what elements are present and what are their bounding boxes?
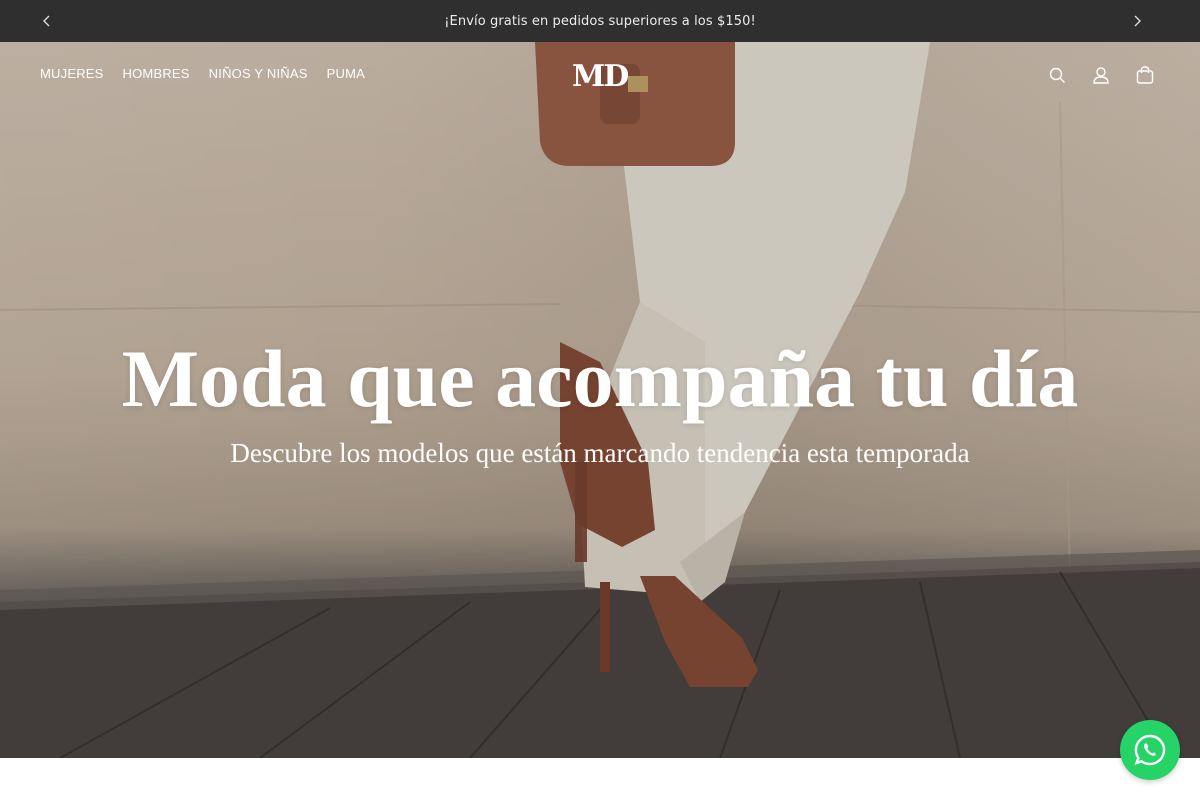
whatsapp-button[interactable] <box>1120 720 1180 780</box>
cart-icon <box>1136 66 1154 84</box>
announcement-text: ¡Envío gratis en pedidos superiores a lo… <box>444 13 756 29</box>
chevron-right-icon <box>1134 15 1141 27</box>
nav-item-ninos-y-ninas[interactable]: NIÑOS Y NIÑAS <box>209 66 308 81</box>
search-icon <box>1049 67 1065 83</box>
announcement-next-button[interactable] <box>1116 0 1158 42</box>
cart-button[interactable] <box>1134 64 1156 86</box>
chevron-left-icon <box>43 15 50 27</box>
main-nav: MUJERES HOMBRES NIÑOS Y NIÑAS PUMA <box>40 66 365 81</box>
account-button[interactable] <box>1090 64 1112 86</box>
account-icon <box>1093 67 1109 84</box>
hero-title: Moda que acompaña tu día <box>121 333 1079 424</box>
announcement-prev-button[interactable] <box>26 0 68 42</box>
nav-item-puma[interactable]: PUMA <box>327 66 365 81</box>
header-actions <box>1046 64 1156 86</box>
logo[interactable]: MD <box>572 58 656 94</box>
search-button[interactable] <box>1046 64 1068 86</box>
hero-subtitle: Descubre los modelos que están marcando … <box>230 438 970 468</box>
nav-item-hombres[interactable]: HOMBRES <box>123 66 190 81</box>
nav-item-mujeres[interactable]: MUJERES <box>40 66 104 81</box>
logo-text: MD <box>572 58 629 94</box>
announcement-bar: ¡Envío gratis en pedidos superiores a lo… <box>0 0 1200 42</box>
whatsapp-icon <box>1134 734 1166 766</box>
